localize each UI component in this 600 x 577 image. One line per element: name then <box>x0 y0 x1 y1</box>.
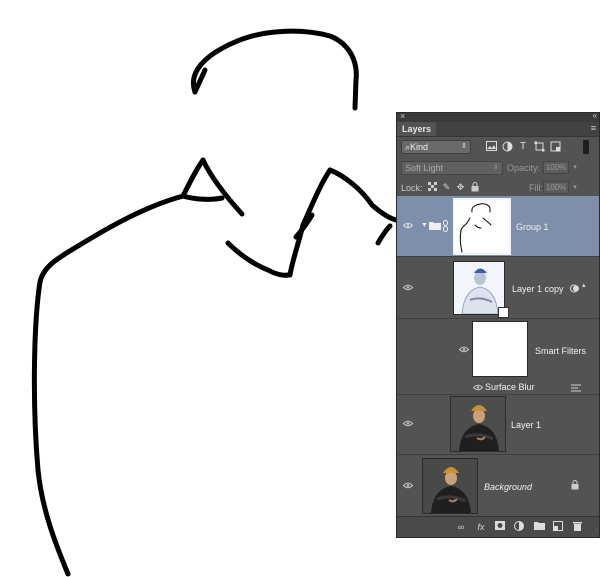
panel-titlebar: × ‹‹ <box>397 113 599 122</box>
close-icon[interactable]: × <box>400 113 405 121</box>
smart-filter-indicator-icon[interactable] <box>570 284 580 295</box>
new-group-icon[interactable] <box>533 521 545 533</box>
image-filter-icon[interactable] <box>485 141 497 153</box>
panel-tab-row: Layers ≡ <box>397 122 599 137</box>
new-layer-icon[interactable] <box>552 521 564 533</box>
layer-row-group-1[interactable]: ▼ Group 1 <box>397 196 599 257</box>
visibility-eye-icon[interactable] <box>472 384 484 392</box>
layer-name: Layer 1 copy <box>512 284 564 294</box>
layer-name: Smart Filters <box>535 346 587 356</box>
filter-row: ⌕Kind ⇕ T <box>397 137 599 158</box>
lock-transparent-icon[interactable] <box>427 182 438 193</box>
folder-icon <box>429 221 441 232</box>
layer-name: Group 1 <box>516 222 549 232</box>
type-filter-icon[interactable]: T <box>517 141 529 153</box>
opacity-label: Opacity: <box>507 163 541 173</box>
panel-menu-icon[interactable]: ≡ <box>591 123 596 133</box>
blend-mode-select[interactable]: Soft Light ⇕ <box>401 161 503 175</box>
resize-grip-icon[interactable]: ⋰ <box>592 528 599 536</box>
fill-dropdown-icon[interactable]: ▾ <box>570 181 580 194</box>
adjustment-layer-icon[interactable] <box>513 521 525 533</box>
fx-icon[interactable]: fx <box>475 521 487 533</box>
filter-kind-label: Kind <box>410 142 429 152</box>
layer-row-layer-1-copy[interactable]: Layer 1 copy ▴ <box>397 257 599 319</box>
inner-arm-outline <box>225 240 291 278</box>
layers-panel: × ‹‹ Layers ≡ ⌕Kind ⇕ T Soft Light ⇕ Opa… <box>396 112 600 538</box>
layer-thumbnail-man-photo[interactable] <box>450 396 506 452</box>
mask-link-icon[interactable] <box>443 220 448 234</box>
trash-icon[interactable] <box>571 521 583 533</box>
smart-filter-mask-thumbnail[interactable] <box>472 321 528 377</box>
tab-layers[interactable]: Layers <box>397 122 437 136</box>
visibility-eye-icon[interactable] <box>402 420 414 428</box>
select-arrows-icon: ⇕ <box>493 164 499 171</box>
layer-row-background[interactable]: Background <box>397 455 599 517</box>
smart-object-filter-icon[interactable] <box>549 141 561 153</box>
group-mask-thumbnail[interactable] <box>453 198 511 255</box>
visibility-eye-icon[interactable] <box>402 222 414 230</box>
fill-label: Fill: <box>529 183 543 193</box>
visibility-eye-icon[interactable] <box>402 482 414 490</box>
layer-name: Surface Blur <box>485 382 535 392</box>
shape-filter-icon[interactable] <box>533 141 545 153</box>
lock-label: Lock: <box>401 183 423 193</box>
lock-all-icon[interactable] <box>469 182 480 193</box>
select-arrows-icon: ⇕ <box>461 143 467 150</box>
expand-triangle-icon[interactable]: ▼ <box>421 222 428 229</box>
layer-row-layer-1[interactable]: Layer 1 <box>397 393 599 455</box>
link-layers-icon[interactable]: ∞ <box>455 521 467 533</box>
blend-row: Soft Light ⇕ Opacity: 100% ▾ <box>397 158 599 178</box>
add-mask-icon[interactable] <box>494 521 506 533</box>
visibility-eye-icon[interactable] <box>402 284 414 292</box>
background-thumbnail-man-photo[interactable] <box>422 458 478 514</box>
blend-mode-value: Soft Light <box>405 163 444 173</box>
opacity-input[interactable]: 100% <box>543 161 569 174</box>
filter-toggle-switch[interactable] <box>583 140 589 154</box>
layer-name: Layer 1 <box>511 420 542 430</box>
lock-image-icon[interactable]: ✎ <box>441 182 452 193</box>
head-outline <box>191 28 359 111</box>
collapse-icon[interactable]: ‹‹ <box>593 113 597 120</box>
collapse-filters-icon[interactable]: ▴ <box>582 281 586 289</box>
left-body-outline <box>31 193 186 577</box>
fill-input[interactable]: 100% <box>543 181 569 194</box>
layer-name: Background <box>484 482 533 492</box>
visibility-eye-icon[interactable] <box>458 346 470 354</box>
lock-position-icon[interactable]: ✥ <box>455 182 466 193</box>
panel-bottom-bar: ∞ fx ⋰ <box>397 516 599 537</box>
smart-object-badge-icon <box>498 307 509 318</box>
layer-row-smart-filters[interactable]: Smart Filters <box>397 319 599 381</box>
adjustment-filter-icon[interactable] <box>501 141 513 153</box>
lock-icon <box>571 480 579 492</box>
opacity-dropdown-icon[interactable]: ▾ <box>570 161 580 174</box>
filter-kind-select[interactable]: ⌕Kind ⇕ <box>401 140 471 154</box>
